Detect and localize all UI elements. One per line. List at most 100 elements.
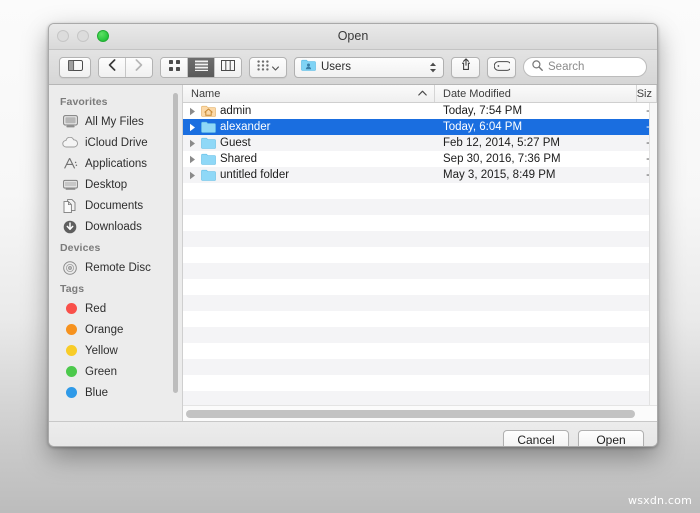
file-list-rows: admin Today, 7:54 PM - bbox=[183, 103, 657, 405]
tag-dot-icon bbox=[62, 322, 78, 338]
empty-row bbox=[183, 215, 657, 231]
row-date-cell: Feb 12, 2014, 5:27 PM bbox=[443, 137, 560, 149]
chevron-down-icon bbox=[272, 58, 279, 76]
empty-row bbox=[183, 295, 657, 311]
sidebar-item-label: Documents bbox=[85, 199, 144, 212]
sidebar-item-icloud-drive[interactable]: iCloud Drive bbox=[49, 132, 182, 153]
file-list-horizontal-scrollbar[interactable] bbox=[183, 405, 657, 421]
sidebar-item-downloads[interactable]: Downloads bbox=[49, 216, 182, 237]
sidebar-item-desktop[interactable]: Desktop bbox=[49, 174, 182, 195]
sidebar-item-label: Downloads bbox=[85, 220, 142, 233]
window-toolbar: Users Search bbox=[49, 50, 657, 85]
desktop-icon bbox=[62, 177, 78, 193]
sidebar-item-label: iCloud Drive bbox=[85, 136, 148, 149]
row-name-cell: admin bbox=[183, 105, 435, 117]
sidebar-item-tag-yellow[interactable]: Yellow bbox=[49, 340, 182, 361]
empty-row bbox=[183, 231, 657, 247]
empty-row bbox=[183, 391, 657, 405]
row-date-cell: Sep 30, 2016, 7:36 PM bbox=[443, 153, 561, 165]
column-header-size[interactable]: Siz bbox=[637, 85, 657, 102]
sidebar-item-tag-orange[interactable]: Orange bbox=[49, 319, 182, 340]
view-list-button[interactable] bbox=[188, 57, 215, 77]
horizontal-scrollbar-thumb[interactable] bbox=[186, 409, 636, 418]
row-date-cell: Today, 7:54 PM bbox=[443, 105, 523, 117]
forward-button[interactable] bbox=[126, 57, 152, 77]
share-icon bbox=[460, 58, 472, 76]
folder-icon bbox=[201, 121, 216, 133]
search-icon bbox=[532, 58, 543, 76]
disclosure-triangle-icon[interactable] bbox=[188, 123, 197, 132]
file-list-vertical-scrollbar[interactable] bbox=[649, 103, 657, 405]
close-button-icon[interactable] bbox=[57, 30, 69, 42]
window-title: Open bbox=[337, 29, 369, 43]
applications-icon bbox=[62, 156, 78, 172]
row-name-label: admin bbox=[220, 105, 252, 117]
row-name-label: Shared bbox=[220, 153, 258, 165]
row-name-cell: untitled folder bbox=[183, 169, 435, 181]
table-row[interactable]: alexander Today, 6:04 PM - bbox=[183, 119, 657, 135]
path-popup-label: Users bbox=[321, 61, 352, 73]
window-titlebar: Open bbox=[49, 24, 657, 50]
back-button[interactable] bbox=[99, 57, 126, 77]
disclosure-triangle-icon[interactable] bbox=[188, 155, 197, 164]
path-popup-button[interactable]: Users bbox=[294, 56, 444, 78]
sidebar-section-title-favorites: Favorites bbox=[60, 96, 108, 108]
chevron-left-icon bbox=[108, 58, 116, 76]
open-button[interactable]: Open bbox=[578, 429, 644, 446]
sidebar-item-label: Green bbox=[85, 365, 117, 378]
disclosure-triangle-icon[interactable] bbox=[188, 171, 197, 180]
tag-button[interactable] bbox=[487, 56, 516, 78]
row-date-cell: May 3, 2015, 8:49 PM bbox=[443, 169, 556, 181]
remote-disc-icon bbox=[62, 260, 78, 276]
sidebar-item-label: Orange bbox=[85, 323, 124, 336]
icon-view-icon bbox=[168, 58, 180, 76]
navigation-buttons bbox=[98, 56, 153, 78]
sidebar-item-tag-red[interactable]: Red bbox=[49, 298, 182, 319]
sidebar-item-tag-blue[interactable]: Blue bbox=[49, 382, 182, 403]
folder-icon bbox=[201, 153, 216, 165]
sidebar-scrollbar[interactable] bbox=[173, 93, 178, 393]
zoom-button-icon[interactable] bbox=[97, 30, 109, 42]
arrange-button[interactable] bbox=[249, 56, 287, 78]
search-placeholder: Search bbox=[548, 61, 585, 73]
sidebar-toggle-button[interactable] bbox=[59, 56, 91, 78]
column-header-date-modified[interactable]: Date Modified bbox=[435, 85, 637, 102]
file-list: Name Date Modified Siz admin Today, 7:54… bbox=[183, 85, 657, 421]
empty-row bbox=[183, 359, 657, 375]
table-row[interactable]: admin Today, 7:54 PM - bbox=[183, 103, 657, 119]
column-view-icon bbox=[221, 58, 235, 76]
view-icon-button[interactable] bbox=[161, 57, 188, 77]
arrange-grid-icon bbox=[257, 58, 269, 76]
minimize-button-icon[interactable] bbox=[77, 30, 89, 42]
tag-dot-icon bbox=[62, 301, 78, 317]
sidebar-item-documents[interactable]: Documents bbox=[49, 195, 182, 216]
row-name-label: untitled folder bbox=[220, 169, 290, 181]
search-field[interactable]: Search bbox=[523, 57, 647, 77]
downloads-icon bbox=[62, 219, 78, 235]
row-name-cell: alexander bbox=[183, 121, 435, 133]
table-row[interactable]: Shared Sep 30, 2016, 7:36 PM - bbox=[183, 151, 657, 167]
column-header-name[interactable]: Name bbox=[183, 85, 435, 102]
table-row[interactable]: Guest Feb 12, 2014, 5:27 PM - bbox=[183, 135, 657, 151]
disclosure-triangle-icon[interactable] bbox=[188, 107, 197, 116]
sidebar-item-label: Yellow bbox=[85, 344, 118, 357]
view-mode-buttons bbox=[160, 56, 242, 78]
disclosure-triangle-icon[interactable] bbox=[188, 139, 197, 148]
sidebar-item-remote-disc[interactable]: Remote Disc bbox=[49, 257, 182, 278]
list-view-icon bbox=[194, 58, 208, 76]
view-column-button[interactable] bbox=[215, 57, 241, 77]
table-row[interactable]: untitled folder May 3, 2015, 8:49 PM - bbox=[183, 167, 657, 183]
sidebar-item-label: All My Files bbox=[85, 115, 144, 128]
empty-row bbox=[183, 311, 657, 327]
sidebar-item-tag-green[interactable]: Green bbox=[49, 361, 182, 382]
documents-icon bbox=[62, 198, 78, 214]
row-name-cell: Shared bbox=[183, 153, 435, 165]
sidebar-item-applications[interactable]: Applications bbox=[49, 153, 182, 174]
sidebar-item-all-my-files[interactable]: All My Files bbox=[49, 111, 182, 132]
share-button[interactable] bbox=[451, 56, 480, 78]
column-header-label: Name bbox=[191, 87, 221, 100]
up-down-stepper-icon bbox=[429, 62, 437, 73]
sidebar-section-title-devices: Devices bbox=[60, 242, 101, 254]
cancel-button[interactable]: Cancel bbox=[503, 429, 569, 446]
sidebar-item-label: Red bbox=[85, 302, 107, 315]
